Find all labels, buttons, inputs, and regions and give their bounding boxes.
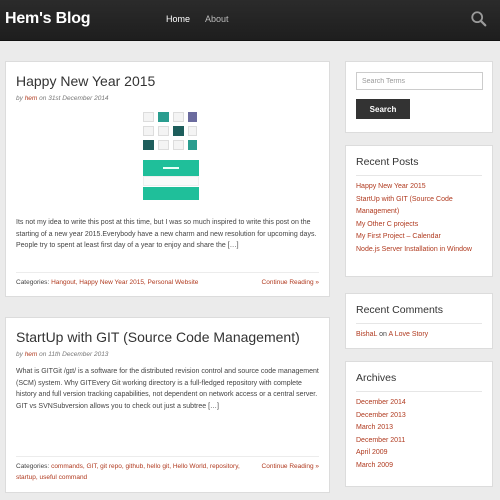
- post-card: Happy New Year 2015 by hem on 31st Decem…: [5, 61, 330, 297]
- recent-posts-widget: Recent Posts Happy New Year 2015 StartUp…: [345, 145, 493, 277]
- recent-comments-widget: Recent Comments BishaL on A Love Story: [345, 293, 493, 349]
- list-item[interactable]: My Other C projects: [356, 219, 482, 232]
- post-categories: Categories: commands, GIT, git repo, git…: [16, 461, 241, 483]
- post-meta: by hem on 31st December 2014: [16, 95, 319, 102]
- list-item[interactable]: My First Project – Calendar: [356, 231, 482, 244]
- meta-by: by: [16, 95, 23, 102]
- categories-label: Categories:: [16, 463, 50, 470]
- continue-reading-link[interactable]: Continue Reading »: [262, 277, 319, 288]
- list-item[interactable]: March 2013: [356, 422, 482, 435]
- continue-reading-link[interactable]: Continue Reading »: [262, 461, 319, 472]
- list-item[interactable]: December 2013: [356, 410, 482, 423]
- comment-item: BishaL on A Love Story: [356, 331, 482, 338]
- list-item[interactable]: Node.js Server Installation in Window: [356, 244, 482, 257]
- list-item[interactable]: Happy New Year 2015: [356, 181, 482, 194]
- post-title[interactable]: StartUp with GIT (Source Code Management…: [16, 328, 319, 346]
- widget-title: Recent Posts: [356, 156, 482, 176]
- list-item[interactable]: December 2011: [356, 435, 482, 448]
- list-item[interactable]: March 2009: [356, 460, 482, 473]
- post-date: 31st December 2014: [48, 95, 109, 102]
- commenter-link[interactable]: BishaL: [356, 331, 377, 338]
- search-widget: Search: [345, 61, 493, 133]
- meta-on: on: [39, 95, 47, 102]
- search-button[interactable]: Search: [356, 99, 410, 119]
- post-excerpt: Its not my idea to write this post at th…: [16, 219, 317, 249]
- meta-on: on: [39, 351, 47, 358]
- post-categories: Categories: Hangout, Happy New Year 2015…: [16, 277, 241, 288]
- category-links[interactable]: Hangout, Happy New Year 2015, Personal W…: [51, 279, 198, 286]
- navbar: Hem's Blog Home About: [0, 0, 500, 41]
- post-footer: Categories: commands, GIT, git repo, git…: [16, 456, 319, 483]
- post-author-link[interactable]: hem: [25, 95, 38, 102]
- post-date: 11th December 2013: [48, 351, 109, 358]
- post-excerpt: What is GITGit /gɪt/ is a software for t…: [16, 368, 319, 410]
- search-input[interactable]: [356, 72, 483, 90]
- post-meta: by hem on 11th December 2013: [16, 351, 319, 358]
- post-thumbnail[interactable]: [139, 112, 201, 200]
- post-card: StartUp with GIT (Source Code Management…: [5, 317, 330, 493]
- site-brand[interactable]: Hem's Blog: [5, 10, 91, 28]
- post-author-link[interactable]: hem: [25, 351, 38, 358]
- widget-title: Recent Comments: [356, 304, 482, 324]
- category-links[interactable]: commands, GIT, git repo, github, hello g…: [16, 463, 240, 481]
- list-item[interactable]: StartUp with GIT (Source Code Management…: [356, 194, 482, 219]
- widget-title: Archives: [356, 372, 482, 392]
- list-item[interactable]: December 2014: [356, 397, 482, 410]
- post-title[interactable]: Happy New Year 2015: [16, 72, 319, 90]
- recent-posts-list: Happy New Year 2015 StartUp with GIT (So…: [356, 181, 482, 256]
- search-icon[interactable]: [470, 10, 488, 28]
- list-item[interactable]: April 2009: [356, 447, 482, 460]
- nav-about[interactable]: About: [205, 14, 229, 24]
- archives-widget: Archives December 2014 December 2013 Mar…: [345, 361, 493, 487]
- nav-home[interactable]: Home: [166, 14, 190, 24]
- categories-label: Categories:: [16, 279, 50, 286]
- meta-by: by: [16, 351, 23, 358]
- archives-list: December 2014 December 2013 March 2013 D…: [356, 397, 482, 472]
- comment-on: on: [379, 331, 387, 338]
- post-footer: Categories: Hangout, Happy New Year 2015…: [16, 272, 319, 288]
- comment-post-link[interactable]: A Love Story: [388, 331, 428, 338]
